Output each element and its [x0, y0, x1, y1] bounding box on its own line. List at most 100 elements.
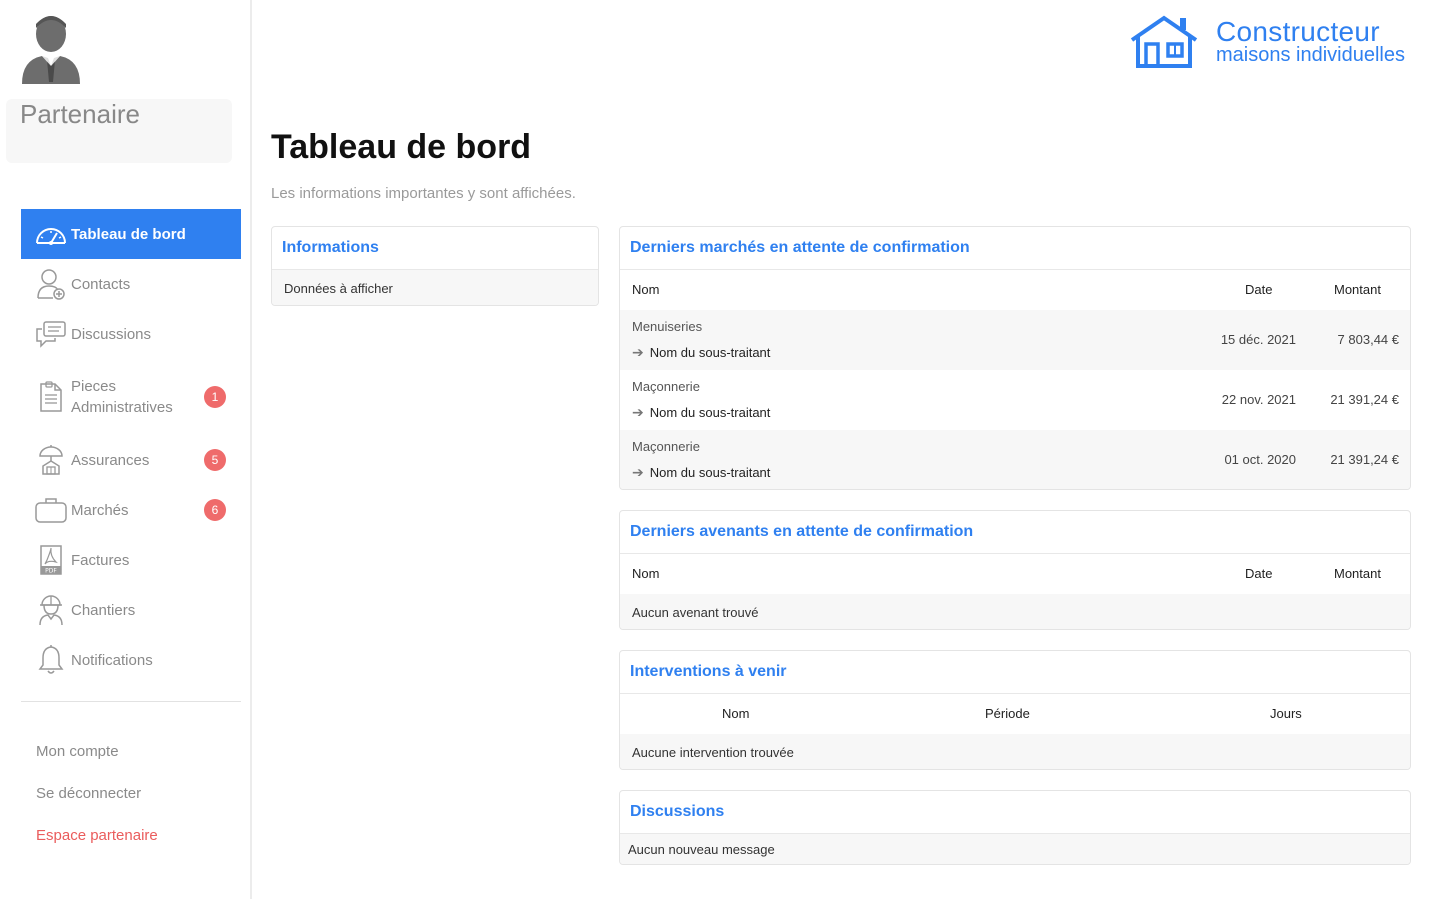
column-date-header: Date: [1245, 282, 1273, 297]
sidebar-item-label: Pieces Administratives: [71, 378, 173, 416]
table-row[interactable]: Maçonnerie ➔ Nom du sous-traitant 22 nov.…: [620, 370, 1410, 430]
sidebar-item-label: Chantiers: [71, 601, 136, 619]
sidebar-item-discussions[interactable]: Discussions: [21, 309, 241, 359]
card-title: Informations: [282, 239, 379, 256]
partner-card: Partenaire: [6, 99, 232, 163]
interventions-card: Interventions à venir Nom Période Jours …: [619, 650, 1411, 770]
account-links: Mon compte Se déconnecter Espace partena…: [36, 741, 158, 867]
briefcase-icon: [35, 494, 67, 526]
dashboard-icon: [35, 218, 67, 250]
partner-space-link[interactable]: Espace partenaire: [36, 825, 158, 867]
notification-badge: 1: [204, 386, 226, 408]
brand-logo[interactable]: Constructeur maisons individuelles: [1128, 14, 1410, 70]
marche-date: 22 nov. 2021: [1221, 392, 1296, 407]
card-header: Derniers marchés en attente de confirmat…: [620, 227, 1410, 270]
marche-name: Maçonnerie: [632, 379, 700, 394]
logout-link[interactable]: Se déconnecter: [36, 783, 158, 825]
marche-name: Maçonnerie: [632, 439, 700, 454]
subcontractor: ➔ Nom du sous-traitant: [632, 464, 770, 481]
sidebar-item-label: Contacts: [71, 275, 131, 293]
empty-row: Aucun nouveau message: [620, 834, 1410, 864]
subcontractor: ➔ Nom du sous-traitant: [632, 404, 770, 421]
sidebar-item-contacts[interactable]: Contacts: [21, 259, 241, 309]
marche-name: Menuiseries: [632, 319, 703, 334]
avenants-card: Derniers avenants en attente de confirma…: [619, 510, 1411, 630]
pdf-icon: PDF: [35, 544, 67, 576]
bell-icon: [35, 644, 67, 676]
empty-row: Aucune intervention trouvée: [620, 734, 1410, 769]
sidebar-item-label: Discussions: [71, 325, 152, 343]
empty-row: Aucun avenant trouvé: [620, 594, 1410, 629]
my-account-link[interactable]: Mon compte: [36, 741, 158, 783]
card-title: Discussions: [630, 803, 725, 820]
discussions-card: Discussions Aucun nouveau message: [619, 790, 1411, 865]
sidebar-item-label: Marchés: [71, 501, 129, 519]
insurance-icon: [35, 444, 67, 476]
sidebar-item-factures[interactable]: PDF Factures: [21, 535, 241, 585]
page-title: Tableau de bord: [271, 128, 532, 166]
marche-amount: 21 391,24 €: [1330, 452, 1399, 467]
worker-icon: [35, 594, 67, 626]
sidebar-item-label: Assurances: [71, 451, 150, 469]
sidebar-item-label: Tableau de bord: [71, 225, 186, 243]
logo-subtitle: maisons individuelles: [1216, 44, 1405, 66]
sidebar-divider: [21, 701, 241, 702]
marche-date: 15 déc. 2021: [1220, 332, 1296, 347]
page-subtitle: Les informations importantes y sont affi…: [271, 185, 576, 202]
card-title: Interventions à venir: [630, 663, 787, 680]
card-title: Derniers avenants en attente de confirma…: [630, 523, 974, 540]
informations-text: Données à afficher: [284, 280, 393, 296]
contacts-icon: [35, 268, 67, 300]
table-header: Nom Date Montant: [620, 270, 1410, 310]
subcontractor: ➔ Nom du sous-traitant: [632, 344, 770, 361]
sidebar-item-chantiers[interactable]: Chantiers: [21, 585, 241, 635]
column-date-header: Date: [1245, 566, 1273, 581]
sidebar-item-marches[interactable]: Marchés 6: [21, 485, 241, 535]
empty-message: Aucun nouveau message: [628, 841, 775, 857]
informations-card: Informations Données à afficher: [271, 226, 599, 306]
sidebar-nav: Tableau de bord Contacts Discussions Pie…: [21, 209, 241, 685]
arrow-right-icon: ➔: [632, 464, 644, 480]
marche-date: 01 oct. 2020: [1224, 452, 1296, 467]
documents-icon: [35, 381, 67, 413]
empty-message: Aucune intervention trouvée: [632, 744, 794, 760]
card-header: Derniers avenants en attente de confirma…: [620, 511, 1410, 554]
arrow-right-icon: ➔: [632, 344, 644, 360]
empty-message: Aucun avenant trouvé: [632, 604, 759, 620]
notification-badge: 5: [204, 449, 226, 471]
table-row[interactable]: Menuiseries ➔ Nom du sous-traitant 15 déc…: [620, 310, 1410, 370]
card-header: Discussions: [620, 791, 1410, 834]
table-header: Nom Période Jours: [620, 694, 1410, 734]
column-days-header: Jours: [1270, 706, 1302, 721]
sidebar-item-notifications[interactable]: Notifications: [21, 635, 241, 685]
subcontractor-name: Nom du sous-traitant: [649, 345, 771, 360]
sidebar-item-label: Factures: [71, 551, 130, 569]
column-name-header: Nom: [632, 566, 660, 581]
marches-card: Derniers marchés en attente de confirmat…: [619, 226, 1411, 490]
sidebar: Partenaire Tableau de bord Contacts Disc…: [0, 0, 252, 899]
arrow-right-icon: ➔: [632, 404, 644, 420]
sidebar-item-pieces-administratives[interactable]: Pieces Administratives 1: [21, 359, 241, 435]
avatar[interactable]: [20, 10, 82, 84]
sidebar-item-label: Notifications: [71, 651, 153, 669]
notification-badge: 6: [204, 499, 226, 521]
sidebar-item-dashboard[interactable]: Tableau de bord: [21, 209, 241, 259]
card-header: Informations: [272, 227, 598, 270]
card-title: Derniers marchés en attente de confirmat…: [630, 239, 970, 256]
column-amount-header: Montant: [1334, 282, 1381, 297]
sidebar-item-assurances[interactable]: Assurances 5: [21, 435, 241, 485]
marche-amount: 7 803,44 €: [1337, 332, 1399, 347]
column-name-header: Nom: [632, 282, 660, 297]
column-amount-header: Montant: [1334, 566, 1381, 581]
partner-name: Partenaire: [20, 99, 140, 129]
table-header: Nom Date Montant: [620, 554, 1410, 594]
informations-row: Données à afficher: [272, 270, 598, 305]
svg-text:PDF: PDF: [45, 568, 57, 575]
discussions-icon: [35, 318, 67, 350]
card-header: Interventions à venir: [620, 651, 1410, 694]
marche-amount: 21 391,24 €: [1330, 392, 1399, 407]
subcontractor-name: Nom du sous-traitant: [649, 465, 771, 480]
table-row[interactable]: Maçonnerie ➔ Nom du sous-traitant 01 oct.…: [620, 430, 1410, 489]
subcontractor-name: Nom du sous-traitant: [649, 405, 771, 420]
column-period-header: Période: [985, 706, 1030, 721]
